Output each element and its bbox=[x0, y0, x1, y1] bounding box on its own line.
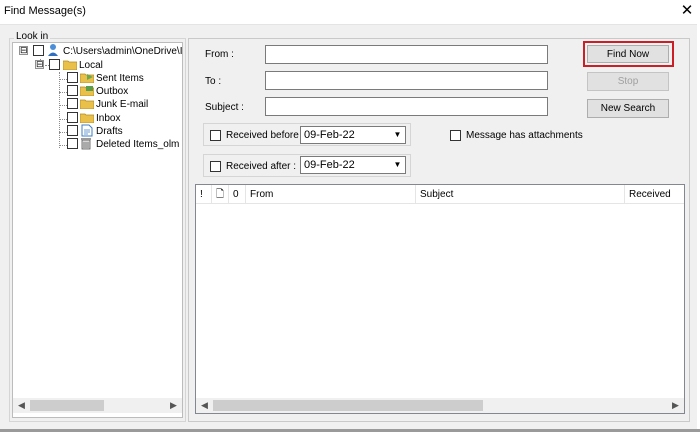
collapse-icon[interactable]: ⊟ bbox=[19, 46, 28, 55]
from-label: From : bbox=[205, 49, 234, 60]
tree-item-label: Outbox bbox=[96, 86, 129, 97]
tree-item-label: Sent Items bbox=[96, 73, 144, 84]
attachments-checkbox[interactable] bbox=[450, 130, 461, 141]
received-before-value: 09-Feb-22 bbox=[304, 129, 355, 141]
look-in-label: Look in bbox=[14, 31, 51, 42]
importance-column-header[interactable]: ! bbox=[196, 185, 212, 204]
tree-checkbox[interactable] bbox=[67, 98, 78, 109]
tree-checkbox[interactable] bbox=[49, 59, 60, 70]
column-header: ! 🗋 0 From Subject Received bbox=[196, 185, 684, 204]
tree-item-drafts[interactable]: Drafts bbox=[13, 124, 182, 138]
received-after-label: Received after : bbox=[226, 161, 297, 172]
attachment-icon[interactable]: 0 bbox=[229, 185, 246, 204]
tree-item-inbox[interactable]: Inbox bbox=[13, 112, 182, 125]
tree-horizontal-scrollbar[interactable]: ◀ ▶ bbox=[13, 398, 182, 413]
from-column-header[interactable]: From bbox=[246, 185, 416, 204]
received-after-date[interactable]: 09-Feb-22 ▼ bbox=[300, 156, 406, 174]
from-input[interactable] bbox=[265, 45, 548, 64]
received-before-label: Received before : bbox=[226, 130, 305, 141]
subject-label: Subject : bbox=[205, 102, 244, 113]
attachments-label: Message has attachments bbox=[466, 130, 583, 141]
tree-item-label: Drafts bbox=[96, 126, 123, 137]
received-column-header[interactable]: Received bbox=[625, 185, 684, 204]
tree-item-label: Inbox bbox=[96, 113, 121, 124]
tree-item-outbox[interactable]: Outbox bbox=[13, 85, 182, 98]
sent-items-icon bbox=[80, 73, 94, 83]
drafts-icon bbox=[81, 124, 93, 137]
tree-item-local[interactable]: ⊟ Local bbox=[13, 59, 182, 72]
new-search-button[interactable]: New Search bbox=[587, 99, 669, 118]
tree-checkbox[interactable] bbox=[67, 138, 78, 149]
close-icon[interactable]: ✕ bbox=[678, 2, 696, 20]
scroll-right-icon[interactable]: ▶ bbox=[667, 398, 684, 413]
received-after-checkbox[interactable] bbox=[210, 161, 221, 172]
folder-icon bbox=[63, 60, 77, 70]
scroll-thumb[interactable] bbox=[213, 400, 483, 411]
tree-item-label: Local bbox=[79, 60, 103, 71]
tree-item-deleted-items[interactable]: Deleted Items_olm bbox=[13, 138, 182, 151]
tree-checkbox[interactable] bbox=[67, 112, 78, 123]
received-before-date[interactable]: 09-Feb-22 ▼ bbox=[300, 126, 406, 144]
tree-item-label: Deleted Items_olm bbox=[96, 139, 180, 150]
collapse-icon[interactable]: ⊟ bbox=[35, 60, 44, 69]
user-folder-icon bbox=[48, 44, 58, 56]
tree-item-label: Junk E-mail bbox=[96, 99, 149, 110]
folder-tree[interactable]: ⊟ C:\Users\admin\OneDrive\I ⊟ Local Sent… bbox=[12, 42, 183, 418]
received-after-value: 09-Feb-22 bbox=[304, 159, 355, 171]
tree-item-label: C:\Users\admin\OneDrive\I bbox=[63, 46, 183, 57]
trash-icon bbox=[81, 138, 91, 150]
results-list[interactable]: ! 🗋 0 From Subject Received ◀ ▶ bbox=[195, 184, 685, 414]
window-title: Find Message(s) bbox=[4, 5, 86, 17]
subject-column-header[interactable]: Subject bbox=[416, 185, 625, 204]
tree-item-junk-email[interactable]: Junk E-mail bbox=[13, 98, 182, 111]
to-label: To : bbox=[205, 76, 222, 87]
document-icon[interactable]: 🗋 bbox=[212, 185, 229, 204]
scroll-thumb[interactable] bbox=[30, 400, 104, 411]
find-now-button[interactable]: Find Now bbox=[587, 45, 669, 63]
tree-checkbox[interactable] bbox=[33, 45, 44, 56]
title-bar: Find Message(s) ✕ bbox=[0, 0, 700, 24]
scroll-left-icon[interactable]: ◀ bbox=[13, 398, 30, 413]
tree-item-sent-items[interactable]: Sent Items bbox=[13, 72, 182, 85]
tree-checkbox[interactable] bbox=[67, 125, 78, 136]
inbox-icon bbox=[80, 113, 94, 123]
tree-checkbox[interactable] bbox=[67, 72, 78, 83]
to-input[interactable] bbox=[265, 71, 548, 90]
subject-input[interactable] bbox=[265, 97, 548, 116]
scroll-left-icon[interactable]: ◀ bbox=[196, 398, 213, 413]
scroll-right-icon[interactable]: ▶ bbox=[165, 398, 182, 413]
chevron-down-icon[interactable]: ▼ bbox=[391, 158, 404, 172]
stop-button[interactable]: Stop bbox=[587, 72, 669, 91]
chevron-down-icon[interactable]: ▼ bbox=[391, 128, 404, 142]
results-horizontal-scrollbar[interactable]: ◀ ▶ bbox=[196, 398, 684, 413]
outbox-icon bbox=[80, 86, 94, 96]
junk-mail-icon bbox=[80, 99, 94, 109]
tree-item-root[interactable]: ⊟ C:\Users\admin\OneDrive\I bbox=[13, 44, 183, 58]
tree-checkbox[interactable] bbox=[67, 85, 78, 96]
received-before-checkbox[interactable] bbox=[210, 130, 221, 141]
